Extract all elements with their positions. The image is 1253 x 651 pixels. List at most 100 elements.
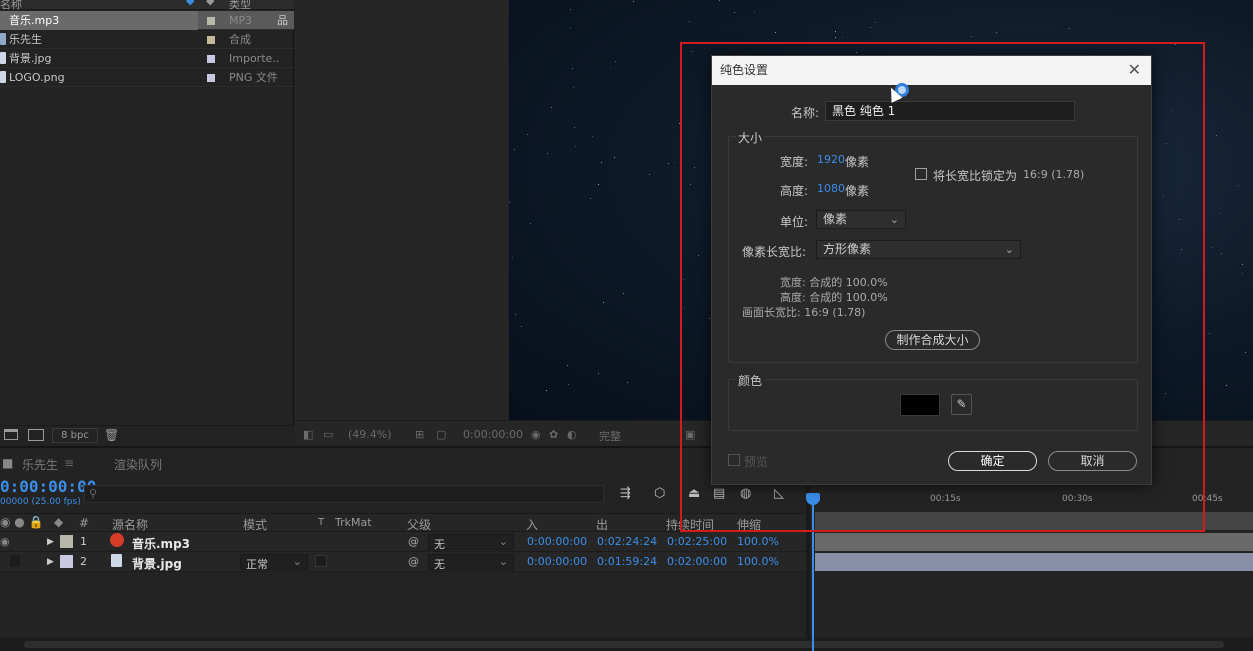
- layer-track-bar[interactable]: [815, 533, 1253, 551]
- grid-icon[interactable]: ⊞: [415, 428, 424, 441]
- comp-flowchart-icon[interactable]: ⇶: [620, 486, 631, 501]
- expand-arrow-icon[interactable]: ▶: [47, 537, 54, 547]
- flowchart-icon[interactable]: 品: [277, 11, 288, 30]
- label-swatch[interactable]: [207, 17, 215, 25]
- shy-layers-icon[interactable]: ⏏: [688, 486, 700, 501]
- layer-duration[interactable]: 0:02:25:00: [667, 535, 727, 548]
- zoom-level[interactable]: (49.4%): [348, 428, 392, 441]
- label-swatch[interactable]: [207, 36, 215, 44]
- parent-select[interactable]: 无 ⌄: [428, 534, 514, 551]
- cancel-button[interactable]: 取消: [1048, 451, 1137, 471]
- column-t[interactable]: T: [318, 517, 324, 528]
- label-swatch[interactable]: [207, 55, 215, 63]
- layer-in[interactable]: 0:00:00:00: [527, 555, 587, 568]
- audio-toggle-icon[interactable]: ◉: [0, 535, 10, 548]
- mask-icon[interactable]: ▢: [436, 428, 446, 441]
- tab-menu-icon[interactable]: ≡: [64, 456, 74, 470]
- mode-select[interactable]: 正常 ⌄: [240, 554, 308, 571]
- column-source-name[interactable]: 源名称: [112, 516, 148, 533]
- layer-stretch[interactable]: 100.0%: [737, 535, 779, 548]
- scrollbar-thumb[interactable]: [24, 641, 1224, 648]
- draft-3d-icon[interactable]: ⬡: [654, 486, 665, 501]
- region-icon[interactable]: ▣: [685, 428, 695, 441]
- label-tag-icon[interactable]: ◆: [206, 0, 214, 7]
- column-parent[interactable]: 父级: [407, 516, 431, 533]
- project-item-logo[interactable]: LOGO.png PNG 文件: [0, 68, 294, 87]
- project-item-comp[interactable]: 乐先生 合成: [0, 30, 294, 49]
- new-composition-icon[interactable]: [28, 429, 44, 441]
- column-trkmat[interactable]: TrkMat: [335, 516, 372, 529]
- frame-blending-icon[interactable]: ▤: [713, 486, 725, 501]
- close-icon[interactable]: ✕: [1128, 61, 1141, 79]
- current-time-indicator[interactable]: [812, 493, 814, 651]
- layer-in[interactable]: 0:00:00:00: [527, 535, 587, 548]
- make-comp-size-button[interactable]: 制作合成大小: [885, 330, 980, 350]
- color-icon[interactable]: ✿: [549, 428, 558, 441]
- star: [551, 106, 552, 108]
- star: [567, 364, 569, 366]
- column-out[interactable]: 出: [596, 516, 608, 533]
- project-item-bg[interactable]: 背景.jpg Importe..: [0, 49, 294, 68]
- layer-row[interactable]: ◉ ▶ 1 音乐.mp3 @ 无 ⌄ 0:00:00:00 0:02:24:24 …: [0, 532, 808, 552]
- column-stretch[interactable]: 伸缩: [737, 516, 761, 533]
- layer-row[interactable]: ▶ 2 背景.jpg 正常 ⌄ @ 无 ⌄ 0:00:00:00 0:01:59:2…: [0, 552, 808, 572]
- bit-depth-button[interactable]: 8 bpc: [52, 428, 98, 443]
- layer-name[interactable]: 背景.jpg: [132, 555, 182, 572]
- tab-render-queue[interactable]: 渲染队列: [114, 456, 162, 473]
- work-area-bar[interactable]: [815, 512, 1253, 530]
- pick-whip-icon[interactable]: @: [408, 555, 419, 568]
- pixel-aspect-select[interactable]: 方形像素 ⌄: [816, 240, 1021, 259]
- preserve-transparency-checkbox[interactable]: [315, 555, 327, 567]
- timeline-timecode[interactable]: 0:00:00:00: [0, 477, 96, 496]
- sort-arrow-icon[interactable]: ◆: [186, 0, 194, 7]
- layer-out[interactable]: 0:01:59:24: [597, 555, 657, 568]
- color-swatch[interactable]: [900, 394, 940, 416]
- column-mode[interactable]: 模式: [243, 516, 267, 533]
- timeline-scrollbar[interactable]: [0, 638, 1253, 651]
- pick-whip-icon[interactable]: @: [408, 535, 419, 548]
- layer-search-input[interactable]: ⚲: [84, 485, 604, 503]
- dialog-title-bar[interactable]: 纯色设置 ✕: [712, 56, 1151, 85]
- parent-select[interactable]: 无 ⌄: [428, 554, 514, 571]
- solid-name-field[interactable]: 黑色 纯色 1: [825, 101, 1075, 121]
- info-width: 宽度: 合成的 100.0%: [780, 276, 888, 289]
- motion-blur-icon[interactable]: ◍: [740, 486, 751, 501]
- units-select[interactable]: 像素 ⌄: [816, 210, 906, 229]
- layer-label-swatch[interactable]: [60, 535, 73, 548]
- trash-icon[interactable]: 🗑: [104, 428, 119, 442]
- star: [515, 313, 517, 315]
- layer-track-bar[interactable]: [815, 553, 1253, 571]
- column-duration[interactable]: 持续时间: [666, 516, 714, 533]
- close-tab-icon[interactable]: ■: [2, 456, 13, 470]
- star: [648, 173, 650, 175]
- layer-label-swatch[interactable]: [60, 555, 73, 568]
- label-swatch[interactable]: [207, 74, 215, 82]
- camera-icon[interactable]: ◉: [531, 428, 541, 441]
- viewer-timecode[interactable]: 0:00:00:00: [463, 428, 523, 441]
- layer-name[interactable]: 音乐.mp3: [132, 535, 190, 552]
- star: [1209, 333, 1211, 335]
- preview-checkbox[interactable]: [728, 454, 740, 466]
- layer-duration[interactable]: 0:02:00:00: [667, 555, 727, 568]
- monitor-icon[interactable]: ▭: [323, 428, 333, 441]
- time-ruler[interactable]: 0s 00:15s 00:30s 00:45s: [810, 486, 1253, 512]
- resolution-select[interactable]: 完整: [599, 428, 621, 444]
- channel-icon[interactable]: ◐: [567, 428, 577, 441]
- graph-editor-icon[interactable]: ◺: [774, 486, 784, 501]
- star: [1163, 195, 1165, 197]
- video-toggle[interactable]: [10, 555, 20, 567]
- layer-out[interactable]: 0:02:24:24: [597, 535, 657, 548]
- ok-button[interactable]: 确定: [948, 451, 1037, 471]
- lock-aspect-checkbox[interactable]: [915, 168, 927, 180]
- width-value[interactable]: 1920: [817, 153, 845, 166]
- expand-arrow-icon[interactable]: ▶: [47, 557, 54, 567]
- snapshot-icon[interactable]: ◧: [303, 428, 313, 441]
- new-folder-icon[interactable]: [4, 429, 18, 440]
- column-in[interactable]: 入: [526, 516, 538, 533]
- lock-aspect-label[interactable]: 将长宽比锁定为: [933, 167, 1017, 184]
- tab-composition[interactable]: 乐先生: [22, 456, 58, 473]
- height-value[interactable]: 1080: [817, 182, 845, 195]
- eyedropper-icon[interactable]: ✎: [951, 394, 972, 415]
- project-item-music[interactable]: 音乐.mp3 MP3 品: [0, 11, 294, 30]
- layer-stretch[interactable]: 100.0%: [737, 555, 779, 568]
